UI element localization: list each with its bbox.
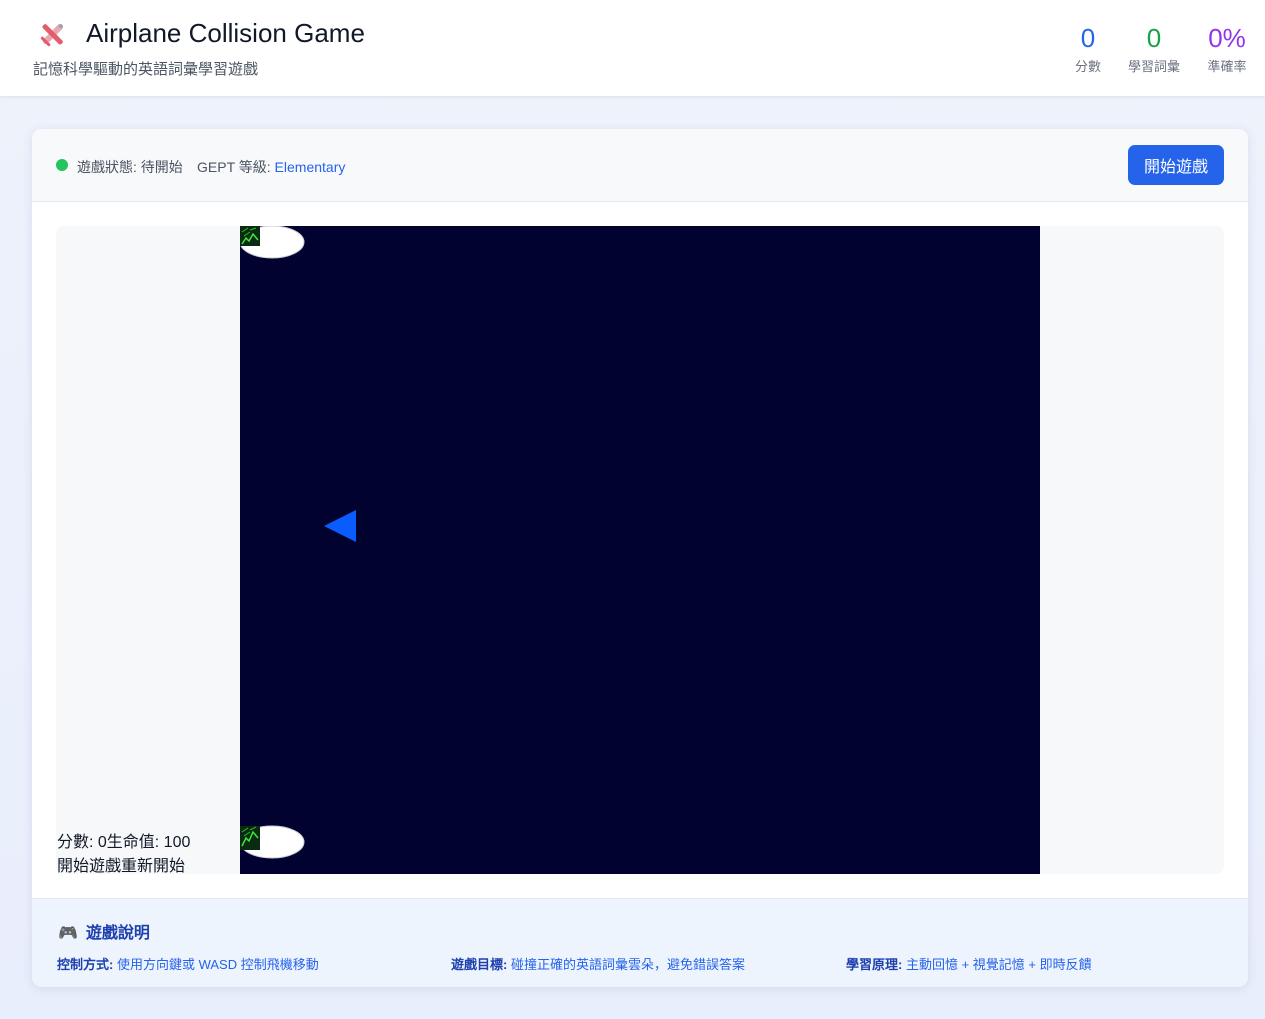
hud-controls[interactable]: 開始遊戲重新開始 [57, 852, 185, 876]
principle-text: 主動回憶 + 視覺記憶 + 即時反饋 [902, 957, 1092, 972]
status-indicator [56, 159, 68, 171]
gept-level-label: GEPT 等級: [197, 159, 275, 175]
game-card: 遊戲狀態: 待開始 GEPT 等級: Elementary 開始遊戲 分數: 0… [32, 129, 1248, 987]
instructions-title-text: 遊戲說明 [85, 925, 150, 942]
hud-score-life: 分數: 0生命值: 100 [57, 834, 191, 851]
game-status: 遊戲狀態: 待開始 [77, 159, 183, 175]
words-value: 0 [1146, 23, 1162, 53]
accuracy-stat: 0% 準確率 [1202, 22, 1252, 75]
principle-info: 學習原理: 主動回憶 + 視覺記憶 + 即時反饋 [846, 954, 1092, 973]
game-canvas[interactable] [240, 226, 1040, 874]
broken-image-icon [240, 226, 260, 246]
game-area: 分數: 0生命值: 100 開始遊戲重新開始 [56, 226, 1224, 876]
cloud-top[interactable] [240, 226, 305, 259]
gamepad-icon: 🎮 [58, 925, 78, 942]
score-value: 0 [1080, 23, 1096, 53]
instructions-title: 🎮 遊戲說明 [58, 919, 150, 943]
controls-info: 控制方式: 使用方向鍵或 WASD 控制飛機移動 [57, 954, 319, 973]
game-toolbar: 遊戲狀態: 待開始 GEPT 等級: Elementary 開始遊戲 [32, 129, 1248, 202]
airplane-icon [40, 23, 64, 47]
gept-level-value: Elementary [274, 159, 346, 175]
accuracy-value: 0% [1208, 23, 1246, 53]
broken-image-icon [240, 826, 260, 850]
principle-label: 學習原理: [846, 957, 903, 972]
goal-label: 遊戲目標: [451, 957, 508, 972]
app-subtitle: 記憶科學驅動的英語詞彙學習遊戲 [33, 61, 259, 78]
app-header: Airplane Collision Game 記憶科學驅動的英語詞彙學習遊戲 … [0, 0, 1265, 96]
goal-text: 碰撞正確的英語詞彙雲朵，避免錯誤答案 [507, 957, 745, 972]
score-stat: 0 分數 [1070, 22, 1106, 75]
accuracy-label: 準確率 [1207, 59, 1247, 74]
gept-level: GEPT 等級: Elementary [197, 157, 345, 177]
controls-text: 使用方向鍵或 WASD 控制飛機移動 [113, 957, 319, 972]
game-instructions: 🎮 遊戲說明 控制方式: 使用方向鍵或 WASD 控制飛機移動 遊戲目標: 碰撞正… [32, 898, 1248, 987]
words-stat: 0 學習詞彙 [1124, 22, 1184, 75]
score-label: 分數 [1074, 59, 1101, 74]
start-game-button[interactable]: 開始遊戲 [1128, 145, 1224, 185]
words-label: 學習詞彙 [1127, 59, 1180, 74]
cloud-bottom[interactable] [240, 825, 305, 859]
goal-info: 遊戲目標: 碰撞正確的英語詞彙雲朵，避免錯誤答案 [451, 954, 745, 973]
app-title: Airplane Collision Game [86, 18, 365, 48]
controls-label: 控制方式: [57, 957, 114, 972]
